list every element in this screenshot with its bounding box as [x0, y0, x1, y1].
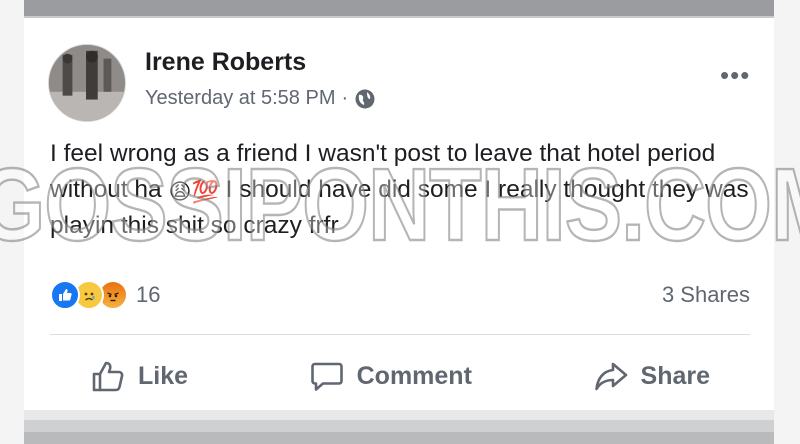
share-button[interactable]: Share — [553, 358, 750, 394]
hundred-points-emoji: 💯 — [191, 179, 219, 204]
avatar-photo — [49, 45, 125, 121]
meta-separator: · — [341, 87, 349, 109]
like-icon — [50, 280, 80, 310]
comment-label: Comment — [356, 361, 472, 390]
screenshot-frame: Irene Roberts Yesterday at 5:58 PM · •••… — [0, 0, 800, 444]
reactions-summary[interactable]: 16 — [50, 280, 160, 310]
right-margin — [774, 0, 800, 444]
author-avatar[interactable] — [48, 44, 126, 122]
reaction-count: 16 — [136, 282, 161, 307]
like-button[interactable]: Like — [50, 358, 228, 394]
more-options-icon[interactable]: ••• — [720, 62, 750, 88]
share-label: Share — [640, 361, 710, 390]
shares-count[interactable]: 3 Shares — [662, 282, 750, 308]
comment-bubble-icon — [310, 362, 343, 391]
next-post-edge — [24, 410, 774, 444]
weary-face-emoji: 😩 — [168, 179, 192, 204]
post-body: I feel wrong as a friend I wasn't post t… — [50, 136, 750, 244]
post-meta: Yesterday at 5:58 PM · — [145, 87, 376, 110]
post-timestamp[interactable]: Yesterday at 5:58 PM — [145, 87, 336, 110]
left-margin — [0, 0, 24, 444]
actions-divider — [50, 334, 750, 335]
share-arrow-icon — [594, 362, 627, 391]
post-actions-bar: Like Comment Share — [50, 354, 750, 398]
thumbs-up-icon — [92, 361, 124, 392]
previous-post-edge — [24, 0, 774, 18]
post-card: Irene Roberts Yesterday at 5:58 PM · •••… — [24, 18, 774, 410]
globe-icon[interactable] — [354, 88, 376, 110]
author-name[interactable]: Irene Roberts — [145, 48, 306, 77]
like-label: Like — [138, 361, 189, 390]
comment-button[interactable]: Comment — [269, 358, 512, 394]
